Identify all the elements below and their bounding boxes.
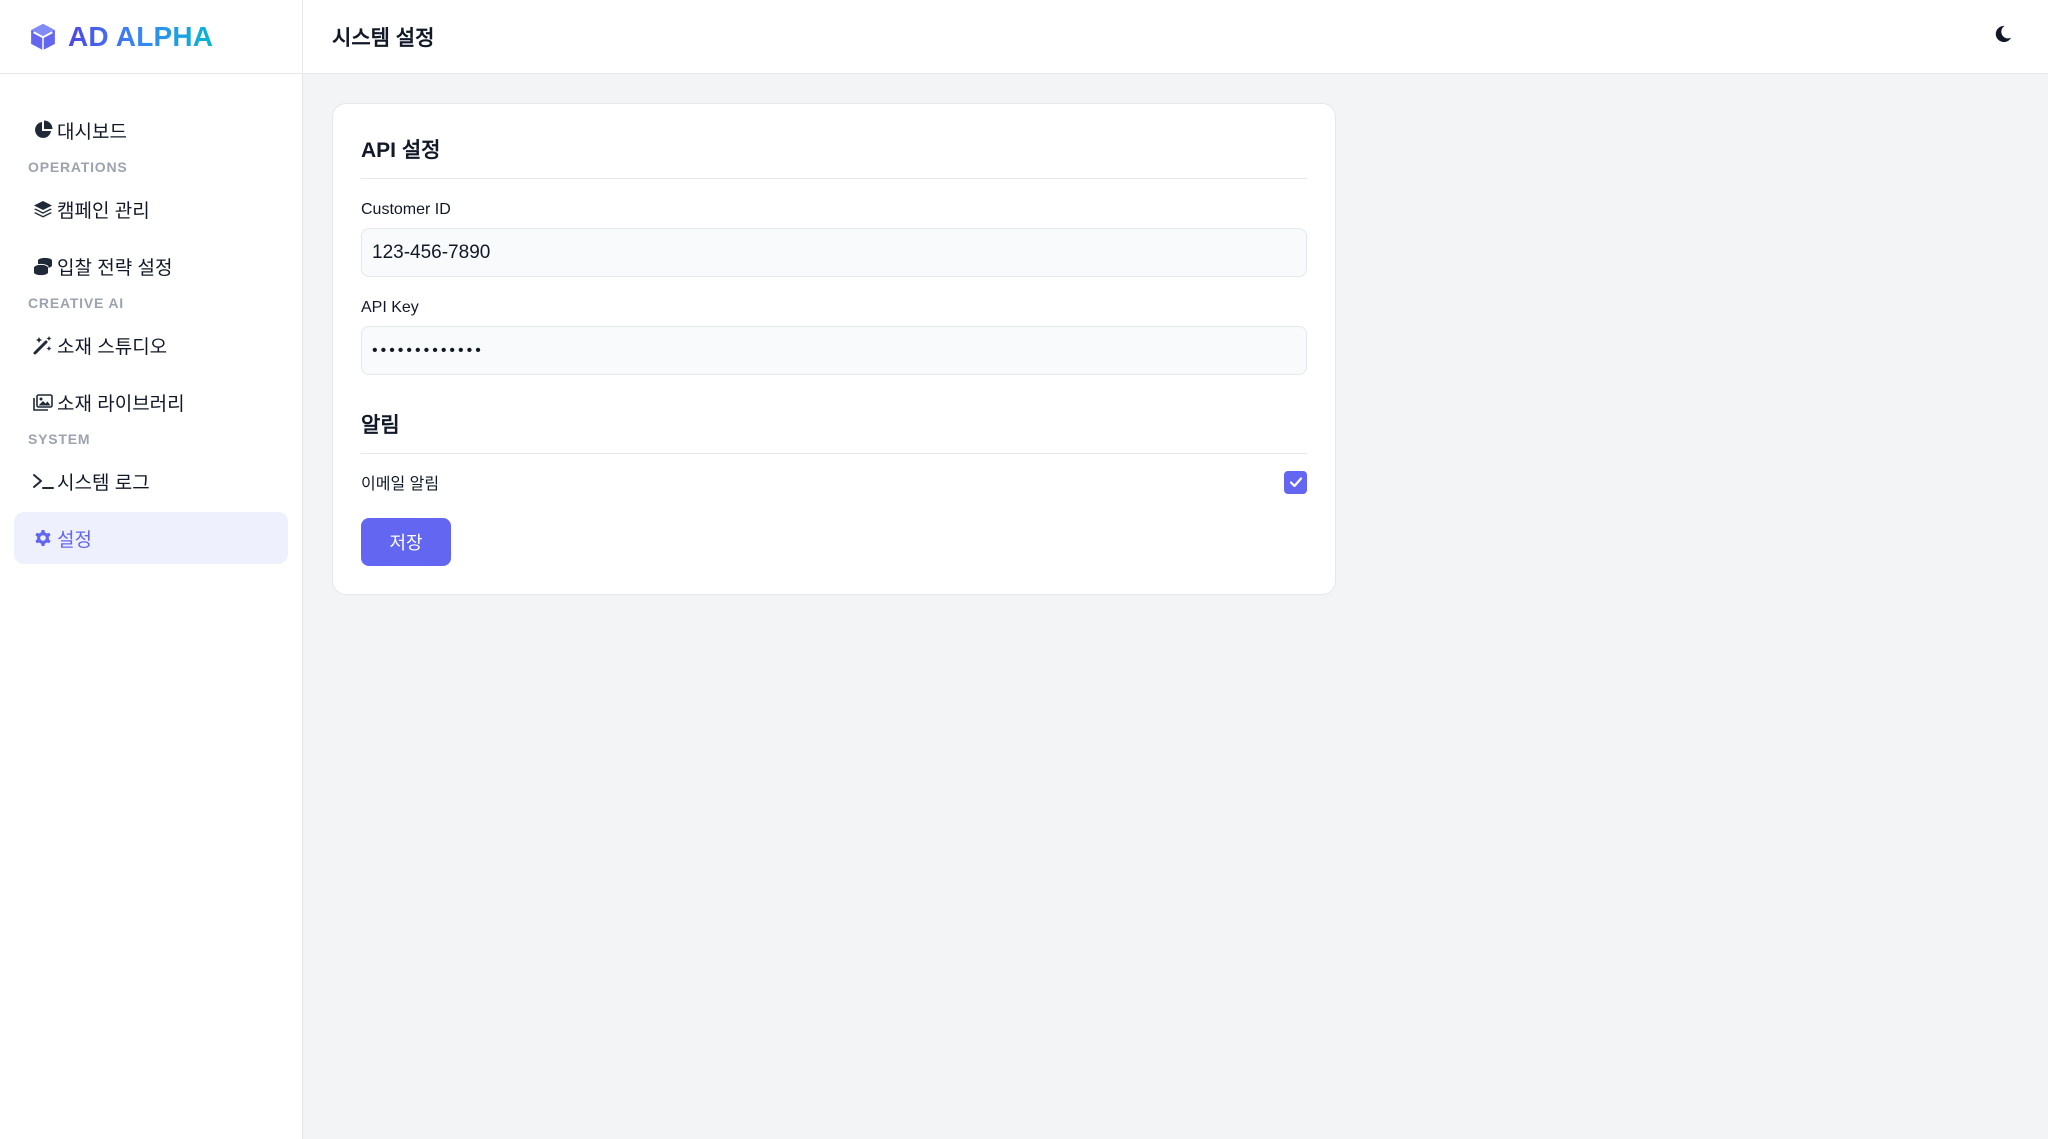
check-icon <box>1289 477 1302 488</box>
sidebar-item-creative-studio[interactable]: 소재 스튜디오 <box>14 319 288 371</box>
sidebar-item-label: 시스템 로그 <box>57 472 150 494</box>
sidebar-item-label: 설정 <box>57 529 92 551</box>
api-section-title: API 설정 <box>361 134 1307 179</box>
moon-icon <box>1994 25 2012 48</box>
notify-section-title: 알림 <box>361 409 1307 454</box>
main-area: 시스템 설정 API 설정 Customer ID API Key 알림 이메일… <box>303 0 2048 1139</box>
gear-icon <box>32 527 54 549</box>
api-key-label: API Key <box>361 299 419 316</box>
customer-id-input[interactable] <box>361 228 1307 277</box>
brand[interactable]: AD ALPHA <box>0 0 302 74</box>
app-root: AD ALPHA 대시보드 OPERATIONS 캠페인 관리 입찰 전략 설정… <box>0 0 2048 1139</box>
sidebar-item-settings[interactable]: 설정 <box>14 512 288 564</box>
save-button[interactable]: 저장 <box>361 518 451 566</box>
top-bar: 시스템 설정 <box>303 0 2048 74</box>
sidebar-section-operations: OPERATIONS <box>28 159 128 175</box>
coins-icon <box>32 255 54 277</box>
pie-chart-icon <box>32 119 54 141</box>
cube-icon <box>28 22 58 52</box>
sidebar-nav: 대시보드 OPERATIONS 캠페인 관리 입찰 전략 설정 CREATIVE… <box>0 74 302 564</box>
sidebar-item-label: 캠페인 관리 <box>57 200 150 222</box>
settings-card: API 설정 Customer ID API Key 알림 이메일 알림 저장 <box>332 103 1336 595</box>
sidebar-item-label: 소재 스튜디오 <box>57 336 168 358</box>
sidebar-item-system-log[interactable]: 시스템 로그 <box>14 455 288 507</box>
terminal-icon <box>32 470 54 492</box>
sidebar-item-label: 입찰 전략 설정 <box>57 257 173 279</box>
content: API 설정 Customer ID API Key 알림 이메일 알림 저장 <box>303 74 2048 624</box>
theme-toggle-button[interactable] <box>1988 22 2018 52</box>
sidebar-item-dashboard[interactable]: 대시보드 <box>14 104 288 156</box>
page-title: 시스템 설정 <box>332 26 435 50</box>
sidebar-section-creative-ai: CREATIVE AI <box>28 295 124 311</box>
magic-wand-icon <box>32 334 54 356</box>
sidebar-item-label: 대시보드 <box>57 121 127 143</box>
brand-name: AD ALPHA <box>68 20 214 52</box>
sidebar-item-bidding[interactable]: 입찰 전략 설정 <box>14 240 288 292</box>
email-notify-row: 이메일 알림 <box>361 468 1307 496</box>
api-key-input[interactable] <box>361 326 1307 375</box>
sidebar-item-label: 소재 라이브러리 <box>57 393 185 415</box>
email-notify-label: 이메일 알림 <box>361 476 440 493</box>
email-notify-checkbox[interactable] <box>1284 470 1307 494</box>
images-icon <box>32 391 54 413</box>
layers-icon <box>32 198 54 220</box>
sidebar-section-system: SYSTEM <box>28 431 91 447</box>
sidebar-item-creative-library[interactable]: 소재 라이브러리 <box>14 376 288 428</box>
customer-id-label: Customer ID <box>361 201 451 218</box>
sidebar-item-campaigns[interactable]: 캠페인 관리 <box>14 183 288 235</box>
sidebar: AD ALPHA 대시보드 OPERATIONS 캠페인 관리 입찰 전략 설정… <box>0 0 303 1139</box>
